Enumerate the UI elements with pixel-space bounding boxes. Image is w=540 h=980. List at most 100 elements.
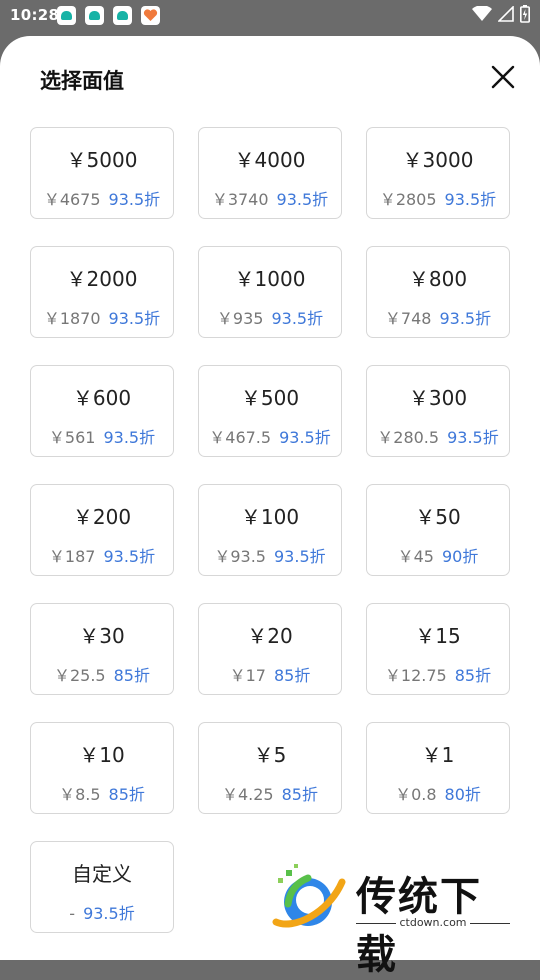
status-time: 10:28 (10, 6, 60, 24)
face-value: ￥5000 (66, 148, 138, 172)
discount-label: 93.5折 (279, 428, 331, 447)
denomination-sheet: 选择面值 ￥5000 ￥4675 93.5折 ￥4000 ￥3740 93.5折 ￥3000… (0, 36, 540, 960)
face-value: ￥15 (415, 624, 461, 648)
sale-price: ￥25.5 (53, 666, 106, 685)
sale-price: ￥4.25 (221, 785, 274, 804)
sheet-title: 选择面值 (40, 69, 124, 93)
discount-label: 85折 (113, 666, 150, 685)
sale-price: ￥3740 (211, 190, 269, 209)
discount-label: 93.5折 (271, 309, 324, 328)
denomination-option[interactable]: ￥1 ￥0.8 80折 (366, 722, 510, 814)
sale-price: ￥17 (229, 666, 266, 685)
face-value: ￥1000 (234, 267, 306, 291)
sale-price: ￥280.5 (377, 428, 440, 447)
discount-label: 85折 (108, 785, 145, 804)
sale-price: ￥8.5 (59, 785, 101, 804)
denomination-grid: ￥5000 ￥4675 93.5折 ￥4000 ￥3740 93.5折 ￥3000 ￥2805… (30, 127, 510, 933)
discount-label: 93.5折 (108, 309, 161, 328)
sale-price: ￥93.5 (214, 547, 266, 566)
discount-label: 93.5折 (447, 428, 499, 447)
wifi-icon (472, 6, 492, 21)
discount-label: 93.5折 (83, 904, 135, 923)
face-value: ￥100 (240, 505, 300, 529)
notification-icons (57, 6, 160, 25)
price-line: ￥467.5 93.5折 (199, 424, 341, 448)
sale-price: - (69, 904, 76, 923)
signal-icon (498, 6, 514, 22)
price-line: ￥187 93.5折 (31, 543, 173, 567)
discount-label: 93.5折 (276, 190, 329, 209)
heart-app-icon (141, 6, 160, 25)
face-value: ￥300 (408, 386, 468, 410)
price-line: ￥4675 93.5折 (31, 186, 173, 210)
price-line: ￥45 90折 (367, 543, 509, 567)
face-value: ￥1 (421, 743, 455, 767)
price-line: ￥17 85折 (199, 662, 341, 686)
denomination-option[interactable]: ￥50 ￥45 90折 (366, 484, 510, 576)
price-line: ￥935 93.5折 (199, 305, 341, 329)
price-line: ￥0.8 80折 (367, 781, 509, 805)
denomination-option[interactable]: ￥5 ￥4.25 85折 (198, 722, 342, 814)
denomination-option[interactable]: ￥1000 ￥935 93.5折 (198, 246, 342, 338)
face-value: ￥10 (79, 743, 125, 767)
denomination-option[interactable]: ￥300 ￥280.5 93.5折 (366, 365, 510, 457)
denomination-option[interactable]: ￥600 ￥561 93.5折 (30, 365, 174, 457)
sale-price: ￥1870 (43, 309, 101, 328)
denomination-option[interactable]: ￥800 ￥748 93.5折 (366, 246, 510, 338)
sale-price: ￥467.5 (209, 428, 272, 447)
denomination-option[interactable]: 自定义 -93.5折 (30, 841, 174, 933)
face-value: ￥600 (72, 386, 132, 410)
battery-icon (520, 5, 530, 23)
discount-label: 93.5折 (108, 190, 161, 209)
app-notification-icon (85, 6, 104, 25)
denomination-option[interactable]: ￥30 ￥25.5 85折 (30, 603, 174, 695)
price-line: -93.5折 (31, 900, 173, 924)
watermark: 传统下载 ctdown.com (268, 860, 518, 978)
denomination-option[interactable]: ￥5000 ￥4675 93.5折 (30, 127, 174, 219)
discount-label: 93.5折 (103, 428, 156, 447)
sale-price: ￥2805 (379, 190, 437, 209)
close-button[interactable] (490, 64, 516, 90)
price-line: ￥8.5 85折 (31, 781, 173, 805)
sale-price: ￥561 (48, 428, 96, 447)
price-line: ￥1870 93.5折 (31, 305, 173, 329)
watermark-logo-icon (272, 864, 346, 928)
discount-label: 85折 (454, 666, 492, 685)
denomination-option[interactable]: ￥500 ￥467.5 93.5折 (198, 365, 342, 457)
discount-label: 93.5折 (439, 309, 492, 328)
app-notification-icon (113, 6, 132, 25)
sale-price: ￥935 (216, 309, 264, 328)
watermark-url: ctdown.com (356, 916, 510, 929)
denomination-option[interactable]: ￥10 ￥8.5 85折 (30, 722, 174, 814)
discount-label: 85折 (274, 666, 311, 685)
price-line: ￥3740 93.5折 (199, 186, 341, 210)
denomination-option[interactable]: ￥15 ￥12.75 85折 (366, 603, 510, 695)
face-value: ￥4000 (234, 148, 306, 172)
discount-label: 93.5折 (103, 547, 156, 566)
face-value: ￥3000 (402, 148, 474, 172)
sale-price: ￥748 (384, 309, 432, 328)
discount-label: 93.5折 (274, 547, 326, 566)
denomination-option[interactable]: ￥100 ￥93.5 93.5折 (198, 484, 342, 576)
price-line: ￥25.5 85折 (31, 662, 173, 686)
sale-price: ￥0.8 (395, 785, 437, 804)
sale-price: ￥12.75 (384, 666, 447, 685)
system-status-icons (472, 5, 530, 23)
denomination-option[interactable]: ￥3000 ￥2805 93.5折 (366, 127, 510, 219)
discount-label: 90折 (442, 547, 479, 566)
face-value: ￥200 (72, 505, 132, 529)
price-line: ￥561 93.5折 (31, 424, 173, 448)
discount-label: 93.5折 (444, 190, 497, 209)
face-value: ￥800 (408, 267, 468, 291)
denomination-option[interactable]: ￥4000 ￥3740 93.5折 (198, 127, 342, 219)
denomination-option[interactable]: ￥200 ￥187 93.5折 (30, 484, 174, 576)
app-notification-icon (57, 6, 76, 25)
denomination-option[interactable]: ￥20 ￥17 85折 (198, 603, 342, 695)
price-line: ￥12.75 85折 (367, 662, 509, 686)
face-value: ￥5 (253, 743, 287, 767)
price-line: ￥4.25 85折 (199, 781, 341, 805)
denomination-option[interactable]: ￥2000 ￥1870 93.5折 (30, 246, 174, 338)
status-bar: 10:28 (0, 0, 540, 32)
sale-price: ￥187 (48, 547, 96, 566)
face-value: ￥2000 (66, 267, 138, 291)
